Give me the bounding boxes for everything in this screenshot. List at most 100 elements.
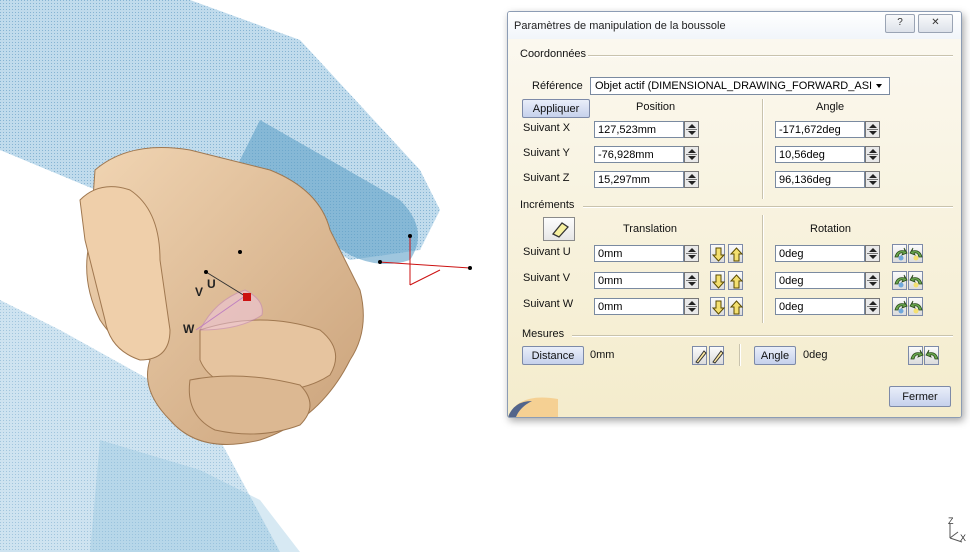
reference-select[interactable]: Objet actif (DIMENSIONAL_DRAWING_FORWARD… [590, 77, 890, 95]
distance-button[interactable]: Distance [522, 346, 584, 365]
position-x-field[interactable]: 127,523mm [594, 121, 684, 138]
rotate-plus-w-button[interactable] [908, 297, 923, 316]
position-z-field[interactable]: 15,297mm [594, 171, 684, 188]
dialog-body: Coordonnées Référence Objet actif (DIMEN… [508, 39, 961, 417]
section-label-coordonnees: Coordonnées [520, 48, 587, 60]
rotate-plus-v-button[interactable] [908, 271, 923, 290]
rotate-minus-u-button[interactable] [892, 244, 908, 263]
close-icon: ✕ [931, 17, 940, 28]
translation-u-field[interactable]: 0mm [594, 245, 684, 262]
arrow-up-icon [729, 247, 744, 262]
angle-rotate-back-button[interactable] [924, 346, 939, 365]
translate-plus-w-button[interactable] [728, 297, 744, 316]
triad-point[interactable] [408, 234, 412, 238]
column-divider [762, 215, 764, 323]
rotation-w-field[interactable]: 0deg [775, 298, 865, 315]
axis-label-suivant-y: Suivant Y [523, 147, 570, 159]
translation-v-spinner[interactable] [684, 272, 699, 289]
dialog-titlebar[interactable]: Paramètres de manipulation de la boussol… [508, 12, 961, 39]
angle-header: Angle [816, 101, 845, 113]
translation-u-spinner[interactable] [684, 245, 699, 262]
arrow-down-icon [711, 274, 726, 289]
triad-point[interactable] [378, 260, 382, 264]
translate-minus-w-button[interactable] [710, 297, 726, 316]
angle-measure-button[interactable]: Angle [754, 346, 796, 365]
arrow-down-icon [711, 300, 726, 315]
position-z-spinner[interactable] [684, 171, 699, 188]
angle-x-field[interactable]: -171,672deg [775, 121, 865, 138]
compass-label-u: U [207, 277, 216, 291]
translation-header: Translation [623, 223, 678, 235]
rotation-u-field[interactable]: 0deg [775, 245, 865, 262]
angle-z-spinner[interactable] [865, 171, 880, 188]
reference-label: Référence [532, 80, 583, 92]
section-label-mesures: Mesures [522, 328, 565, 340]
translate-minus-u-button[interactable] [710, 244, 726, 263]
angle-x-spinner[interactable] [865, 121, 880, 138]
decorative-corner-image [508, 397, 558, 417]
axis-label-suivant-v: Suivant V [523, 272, 571, 284]
rotate-minus-v-button[interactable] [892, 271, 908, 290]
rotation-v-spinner[interactable] [865, 272, 880, 289]
rotate-plus-u-button[interactable] [908, 244, 923, 263]
axis-label-suivant-z: Suivant Z [523, 172, 570, 184]
arrow-up-icon [729, 300, 744, 315]
translation-w-spinner[interactable] [684, 298, 699, 315]
rotation-u-spinner[interactable] [865, 245, 880, 262]
position-y-field[interactable]: -76,928mm [594, 146, 684, 163]
arrow-up-icon [729, 274, 744, 289]
distance-value: 0mm [590, 349, 615, 361]
position-y-spinner[interactable] [684, 146, 699, 163]
section-divider [583, 206, 953, 208]
eraser-icon [551, 222, 569, 238]
translate-plus-v-button[interactable] [728, 271, 744, 290]
axis-label-suivant-w: Suivant W [523, 298, 574, 310]
close-button[interactable]: Fermer [889, 386, 951, 407]
compass-handle[interactable] [243, 293, 251, 301]
position-x-spinner[interactable] [684, 121, 699, 138]
compass-manipulation-dialog: Paramètres de manipulation de la boussol… [507, 11, 962, 418]
compass-point[interactable] [204, 270, 208, 274]
rotation-v-field[interactable]: 0deg [775, 272, 865, 289]
translate-plus-u-button[interactable] [728, 244, 744, 263]
triad-axis [379, 261, 471, 269]
dialog-title: Paramètres de manipulation de la boussol… [514, 20, 726, 32]
reset-increments-button[interactable] [543, 217, 575, 241]
rotate-left-icon [894, 247, 908, 261]
reference-value: Objet actif (DIMENSIONAL_DRAWING_FORWARD… [595, 80, 873, 92]
close-window-button[interactable]: ✕ [918, 14, 953, 33]
translation-w-field[interactable]: 0mm [594, 298, 684, 315]
measure-pencil-icon [695, 350, 707, 364]
section-label-increments: Incréments [520, 199, 575, 211]
translation-v-field[interactable]: 0mm [594, 272, 684, 289]
triad-point[interactable] [468, 266, 472, 270]
apply-button[interactable]: Appliquer [522, 99, 590, 118]
axis-label-z: Z [948, 516, 954, 526]
measure-item-button[interactable] [709, 346, 724, 365]
rotate-right-icon [909, 300, 923, 314]
angle-z-field[interactable]: 96,136deg [775, 171, 865, 188]
help-button[interactable]: ? [885, 14, 915, 33]
compass-label-v: V [195, 285, 203, 299]
translate-minus-v-button[interactable] [710, 271, 726, 290]
axis-label-suivant-u: Suivant U [523, 246, 571, 258]
angle-y-field[interactable]: 10,56deg [775, 146, 865, 163]
rotate-icon [910, 349, 924, 360]
rotate-left-icon [894, 274, 908, 288]
arrow-down-icon [711, 247, 726, 262]
rotate-icon [925, 349, 939, 360]
angle-measure-value: 0deg [803, 349, 828, 361]
axis-label-x: X [960, 533, 967, 543]
column-divider [762, 99, 764, 199]
rotate-minus-w-button[interactable] [892, 297, 908, 316]
rotation-w-spinner[interactable] [865, 298, 880, 315]
chevron-down-icon[interactable] [876, 84, 882, 88]
section-divider [588, 55, 953, 57]
position-header: Position [636, 101, 676, 113]
compass-point[interactable] [238, 250, 242, 254]
column-divider [739, 344, 741, 366]
measure-between-button[interactable] [692, 346, 707, 365]
angle-y-spinner[interactable] [865, 146, 880, 163]
rotate-right-icon [909, 274, 923, 288]
angle-rotate-button[interactable] [908, 346, 924, 365]
